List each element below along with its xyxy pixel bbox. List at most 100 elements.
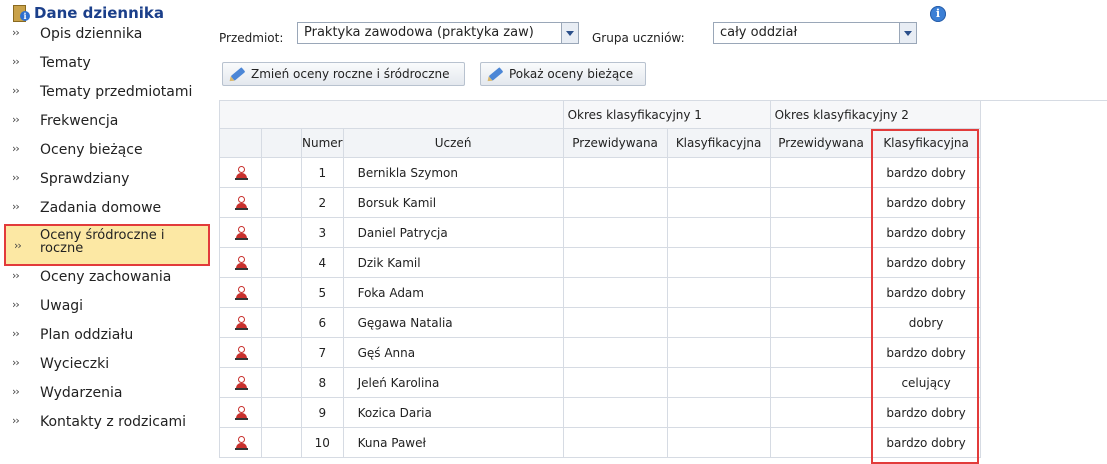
p1-final-grade[interactable] [666, 307, 771, 338]
sidebar-item[interactable]: ›› Sprawdziany [0, 169, 212, 198]
row-blank-cell [261, 427, 302, 458]
sidebar-item-label: Kontakty z rodzicami [40, 414, 187, 430]
p1-final-grade[interactable] [666, 187, 771, 218]
p2-final-grade[interactable]: bardzo dobry [871, 427, 981, 458]
sidebar-item[interactable]: ›› Kontakty z rodzicami [0, 412, 212, 441]
table-row[interactable]: 4 Dzik Kamil bardzo dobry [219, 247, 981, 278]
group-select[interactable]: cały oddział [713, 22, 917, 44]
p2-final-grade[interactable]: bardzo dobry [871, 217, 981, 248]
p2-final-grade[interactable]: bardzo dobry [871, 337, 981, 368]
student-icon[interactable] [234, 375, 248, 390]
info-icon[interactable]: i [930, 6, 946, 22]
p2-final-grade[interactable]: bardzo dobry [871, 187, 981, 218]
p2-predicted-grade[interactable] [769, 397, 873, 428]
p1-predicted-grade[interactable] [562, 337, 668, 368]
student-icon[interactable] [234, 225, 248, 240]
p1-predicted-grade[interactable] [562, 397, 668, 428]
p1-final-grade[interactable] [666, 277, 771, 308]
p1-final-grade[interactable] [666, 367, 771, 398]
p1-final-grade[interactable] [666, 337, 771, 368]
student-icon[interactable] [234, 195, 248, 210]
p2-predicted-grade[interactable] [769, 187, 873, 218]
p1-predicted-grade[interactable] [562, 427, 668, 458]
student-icon[interactable] [234, 435, 248, 450]
sidebar: i Dane dziennika ›› Opis dziennika ›› Temat… [0, 0, 212, 464]
p2-predicted-grade[interactable] [769, 277, 873, 308]
chevron-down-icon[interactable] [899, 22, 917, 44]
p2-predicted-grade[interactable] [769, 247, 873, 278]
table-row[interactable]: 9 Kozica Daria bardzo dobry [219, 397, 981, 428]
sidebar-item[interactable]: ›› Oceny śródroczne i roczne [4, 224, 210, 266]
p2-predicted-grade[interactable] [769, 217, 873, 248]
grades-table: Okres klasyfikacyjny 1 Okres klasyfikacy… [219, 100, 981, 458]
student-name: Daniel Patrycja [342, 217, 564, 248]
p1-final-grade[interactable] [666, 157, 771, 188]
p2-predicted-grade[interactable] [769, 367, 873, 398]
sidebar-item[interactable]: ›› Uwagi [0, 296, 212, 325]
student-icon[interactable] [234, 285, 248, 300]
p1-final-grade[interactable] [666, 397, 771, 428]
sidebar-item[interactable]: ›› Oceny bieżące [0, 140, 212, 169]
student-icon[interactable] [234, 165, 248, 180]
p2-predicted-grade[interactable] [769, 337, 873, 368]
table-row[interactable]: 10 Kuna Paweł bardzo dobry [219, 427, 981, 458]
sidebar-item[interactable]: ›› Plan oddziału [0, 325, 212, 354]
column-header-student[interactable]: Uczeń [342, 128, 564, 158]
p1-final-grade[interactable] [666, 427, 771, 458]
student-icon[interactable] [234, 255, 248, 270]
p2-predicted-grade[interactable] [769, 307, 873, 338]
p1-predicted-grade[interactable] [562, 217, 668, 248]
student-icon[interactable] [234, 405, 248, 420]
p1-predicted-grade[interactable] [562, 187, 668, 218]
student-icon[interactable] [234, 315, 248, 330]
p1-predicted-grade[interactable] [562, 307, 668, 338]
student-icon[interactable] [234, 345, 248, 360]
p2-final-grade[interactable]: bardzo dobry [871, 397, 981, 428]
column-header-number[interactable]: Numer [301, 128, 344, 158]
sidebar-item[interactable]: ›› Zadania domowe [0, 198, 212, 227]
p1-predicted-grade[interactable] [562, 157, 668, 188]
sidebar-item[interactable]: ›› Wydarzenia [0, 383, 212, 412]
sidebar-item[interactable]: ›› Oceny zachowania [0, 267, 212, 296]
change-grades-button[interactable]: Zmień oceny roczne i śródroczne [222, 62, 465, 86]
p2-predicted-grade[interactable] [769, 157, 873, 188]
sidebar-item[interactable]: ›› Tematy przedmiotami [0, 82, 212, 111]
table-row[interactable]: 5 Foka Adam bardzo dobry [219, 277, 981, 308]
p1-predicted-grade[interactable] [562, 247, 668, 278]
sidebar-item[interactable]: ›› Wycieczki [0, 354, 212, 383]
table-row[interactable]: 7 Gęś Anna bardzo dobry [219, 337, 981, 368]
p2-final-grade[interactable]: bardzo dobry [871, 247, 981, 278]
sidebar-item[interactable]: ›› Frekwencja [0, 111, 212, 140]
sidebar-item-label: Uwagi [40, 298, 84, 314]
table-row[interactable]: 6 Gęgawa Natalia dobry [219, 307, 981, 338]
chevron-right-icon: ›› [14, 239, 22, 252]
pencil-icon [488, 67, 504, 81]
p1-predicted-grade[interactable] [562, 277, 668, 308]
sidebar-item-label: Tematy przedmiotami [40, 84, 193, 100]
p1-predicted-grade[interactable] [562, 367, 668, 398]
table-row[interactable]: 2 Borsuk Kamil bardzo dobry [219, 187, 981, 218]
p2-predicted-grade[interactable] [769, 427, 873, 458]
chevron-down-icon[interactable] [561, 22, 579, 44]
subject-select-value: Praktyka zawodowa (praktyka zaw) [304, 25, 534, 40]
p2-final-grade[interactable]: celujący [871, 367, 981, 398]
table-row[interactable]: 1 Bernikla Szymon bardzo dobry [219, 157, 981, 188]
journal-info-icon: i [12, 4, 30, 22]
row-blank-cell [261, 307, 302, 338]
sidebar-item[interactable]: ›› Tematy [0, 53, 212, 82]
p1-final-grade[interactable] [666, 217, 771, 248]
show-current-grades-button[interactable]: Pokaż oceny bieżące [480, 62, 646, 86]
table-row[interactable]: 3 Daniel Patrycja bardzo dobry [219, 217, 981, 248]
p2-final-grade[interactable]: dobry [871, 307, 981, 338]
row-blank-cell [261, 397, 302, 428]
pencil-icon [230, 67, 246, 81]
p1-final-grade[interactable] [666, 247, 771, 278]
p2-final-grade[interactable]: bardzo dobry [871, 277, 981, 308]
p2-final-grade[interactable]: bardzo dobry [871, 157, 981, 188]
table-row[interactable]: 8 Jeleń Karolina celujący [219, 367, 981, 398]
student-icon-cell [219, 157, 262, 188]
student-icon-cell [219, 427, 262, 458]
sidebar-item[interactable]: ›› Opis dziennika [0, 24, 212, 53]
subject-select[interactable]: Praktyka zawodowa (praktyka zaw) [297, 22, 579, 44]
student-name: Jeleń Karolina [342, 367, 564, 398]
